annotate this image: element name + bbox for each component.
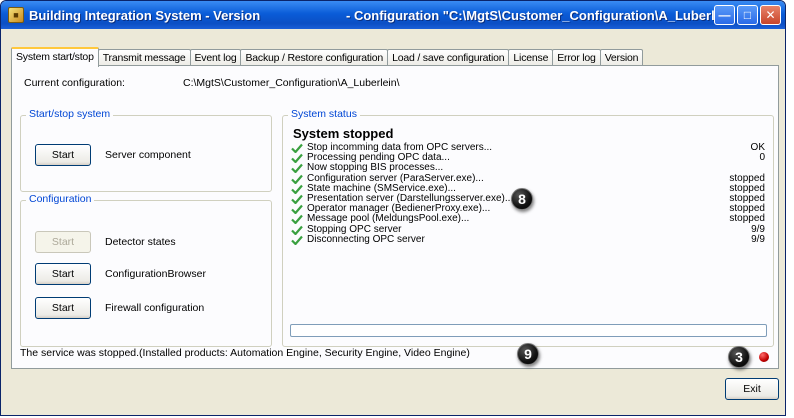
main-window: ■ Building Integration System - Version …: [0, 0, 786, 416]
current-configuration-label: Current configuration:: [24, 77, 125, 89]
configuration-group-title: Configuration: [26, 193, 95, 205]
callout-badge-9: 9: [517, 343, 539, 365]
checkmark-icon: [291, 194, 303, 204]
callout-badge-8: 8: [511, 188, 533, 210]
status-led-icon: [759, 352, 769, 362]
status-progress-bar: [290, 324, 767, 337]
configuration-group: Configuration Start Detector states Star…: [20, 193, 272, 347]
window-title-configuration: - Configuration "C:\MgtS\Customer_Config…: [346, 7, 726, 23]
start-stop-group-title: Start/stop system: [26, 108, 114, 120]
tab-backup-restore[interactable]: Backup / Restore configuration: [240, 49, 389, 66]
server-component-label: Server component: [105, 149, 191, 161]
status-item-value: stopped: [729, 213, 765, 225]
checkmark-icon: [291, 215, 303, 225]
status-item-value: 9/9: [751, 233, 765, 245]
tab-license[interactable]: License: [508, 49, 554, 66]
system-status-group: System status System stopped Stop incomm…: [282, 108, 774, 347]
building-icon: ■: [8, 7, 24, 23]
system-status-group-title: System status: [288, 108, 360, 120]
start-stop-system-group: Start/stop system Start Server component: [20, 108, 272, 192]
status-item: Disconnecting OPC server 9/9: [291, 233, 765, 245]
checkmark-icon: [291, 164, 303, 174]
checkmark-icon: [291, 204, 303, 215]
status-item-text: Disconnecting OPC server: [307, 233, 425, 245]
tab-strip: System start/stop Transmit message Event…: [11, 47, 644, 67]
close-icon[interactable]: ✕: [760, 5, 781, 25]
callout-badge-3: 3: [728, 346, 750, 368]
tab-transmit-message[interactable]: Transmit message: [97, 49, 191, 66]
checkmark-icon: [291, 143, 303, 153]
status-item: Message pool (MeldungsPool.exe)... stoppe…: [291, 213, 765, 225]
status-message: The service was stopped.(Installed produ…: [20, 347, 470, 359]
tab-version[interactable]: Version: [599, 49, 644, 66]
tab-panel-system-start-stop: Current configuration: C:\MgtS\Customer_…: [11, 65, 779, 369]
minimize-icon[interactable]: —: [714, 5, 735, 25]
status-item-text: Message pool (MeldungsPool.exe)...: [307, 213, 470, 225]
checkmark-icon: [291, 235, 303, 245]
tab-system-start-stop[interactable]: System start/stop: [11, 47, 99, 67]
tab-load-save[interactable]: Load / save configuration: [387, 49, 510, 66]
checkmark-icon: [291, 174, 303, 184]
status-item-value: 0: [759, 152, 765, 164]
maximize-icon[interactable]: □: [737, 5, 758, 25]
checkmark-icon: [291, 153, 303, 164]
checkmark-icon: [291, 184, 303, 194]
start-server-component-button[interactable]: Start: [35, 144, 91, 166]
window-title: Building Integration System - Version: [29, 7, 261, 23]
system-status-heading: System stopped: [293, 126, 394, 141]
status-item-text: Now stopping BIS processes...: [307, 162, 444, 174]
title-bar[interactable]: ■ Building Integration System - Version …: [1, 1, 785, 29]
tab-event-log[interactable]: Event log: [189, 49, 242, 66]
start-detector-states-button[interactable]: Start: [35, 231, 91, 253]
start-configuration-browser-button[interactable]: Start: [35, 263, 91, 285]
status-item-text: Stopping OPC server: [307, 223, 402, 235]
tab-error-log[interactable]: Error log: [552, 49, 601, 66]
checkmark-icon: [291, 225, 303, 235]
detector-states-label: Detector states: [105, 236, 176, 248]
exit-button[interactable]: Exit: [725, 378, 779, 400]
status-item-value: 9/9: [751, 223, 765, 235]
start-firewall-configuration-button[interactable]: Start: [35, 297, 91, 319]
configuration-browser-label: ConfigurationBrowser: [105, 268, 206, 280]
current-configuration-value: C:\MgtS\Customer_Configuration\A_Luberle…: [183, 77, 400, 89]
firewall-configuration-label: Firewall configuration: [105, 302, 205, 314]
